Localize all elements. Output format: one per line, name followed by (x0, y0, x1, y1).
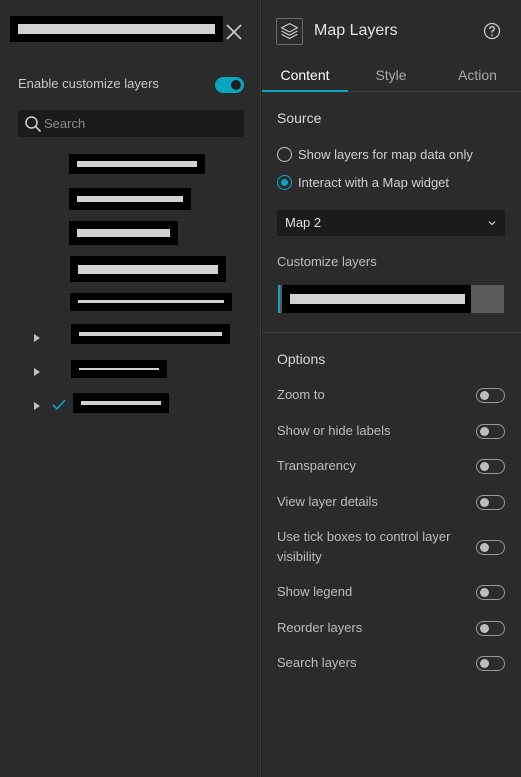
option-toggle[interactable] (476, 540, 505, 555)
option-label: Reorder layers (277, 620, 363, 635)
section-divider (262, 332, 521, 333)
enable-customize-label: Enable customize layers (18, 76, 159, 91)
radio-map-widget[interactable]: Interact with a Map widget (277, 174, 497, 192)
search-icon (25, 116, 42, 133)
close-icon[interactable] (222, 20, 246, 44)
layer-item[interactable] (0, 256, 261, 282)
tab-bar: Content Style Action (262, 58, 521, 92)
tab-style[interactable]: Style (348, 58, 434, 92)
radio-circle[interactable] (277, 147, 292, 162)
layer-group-item[interactable] (0, 360, 261, 380)
caret-right-icon[interactable] (34, 368, 40, 376)
option-label: Search layers (277, 655, 357, 670)
layers-icon (280, 23, 299, 40)
option-show-legend[interactable]: Show legend (277, 582, 507, 602)
option-zoom-to[interactable]: Zoom to (277, 385, 507, 405)
panel-title: Map Layers (314, 22, 398, 39)
layer-group-item[interactable] (0, 324, 261, 344)
option-label: Zoom to (277, 387, 325, 402)
map-widget-select[interactable]: Map 2 (277, 210, 505, 236)
option-toggle[interactable] (476, 388, 505, 403)
widget-icon (276, 18, 303, 45)
customize-layers-label: Customize layers (277, 254, 377, 269)
option-label: View layer details (277, 494, 378, 509)
help-icon[interactable] (483, 22, 501, 40)
option-show-hide-labels[interactable]: Show or hide labels (277, 421, 507, 441)
chevron-down-icon (488, 221, 496, 226)
layer-item[interactable] (0, 293, 261, 313)
option-label: Transparency (277, 458, 356, 473)
customize-layers-field[interactable] (278, 285, 504, 313)
option-label: Use tick boxes to control layer visibili… (277, 529, 451, 564)
layer-search-box[interactable] (18, 110, 244, 137)
options-section-title: Options (277, 351, 326, 367)
radio-label: Show layers for map data only (298, 147, 473, 162)
option-label: Show or hide labels (277, 423, 391, 438)
map-select-value: Map 2 (285, 215, 322, 230)
radio-circle[interactable] (277, 175, 292, 190)
redacted-title (10, 16, 223, 42)
option-toggle[interactable] (476, 656, 505, 671)
layer-item[interactable] (0, 221, 261, 245)
option-transparency[interactable]: Transparency (277, 456, 507, 476)
caret-right-icon[interactable] (34, 334, 40, 342)
option-label: Show legend (277, 584, 353, 599)
option-reorder-layers[interactable]: Reorder layers (277, 618, 507, 638)
option-toggle[interactable] (476, 585, 505, 600)
option-search-layers[interactable]: Search layers (277, 653, 507, 673)
check-icon (52, 399, 66, 411)
search-input[interactable] (44, 112, 240, 135)
option-toggle[interactable] (476, 621, 505, 636)
option-toggle[interactable] (476, 495, 505, 510)
layer-group-item[interactable] (0, 393, 261, 413)
option-tick-boxes[interactable]: Use tick boxes to control layer visibili… (277, 527, 507, 567)
layer-item[interactable] (0, 154, 261, 174)
enable-customize-toggle[interactable] (215, 77, 244, 93)
tab-action[interactable]: Action (434, 58, 521, 92)
tab-content[interactable]: Content (262, 58, 348, 92)
layer-item[interactable] (0, 188, 261, 210)
option-toggle[interactable] (476, 459, 505, 474)
radio-label: Interact with a Map widget (298, 175, 450, 190)
radio-map-data-only[interactable]: Show layers for map data only (277, 146, 497, 164)
caret-right-icon[interactable] (34, 402, 40, 410)
option-view-layer-details[interactable]: View layer details (277, 492, 507, 512)
option-toggle[interactable] (476, 424, 505, 439)
settings-panel: Map Layers Content Style Action Source S… (262, 0, 521, 777)
source-section-title: Source (277, 110, 322, 126)
layer-customize-panel: Enable customize layers (0, 0, 261, 777)
